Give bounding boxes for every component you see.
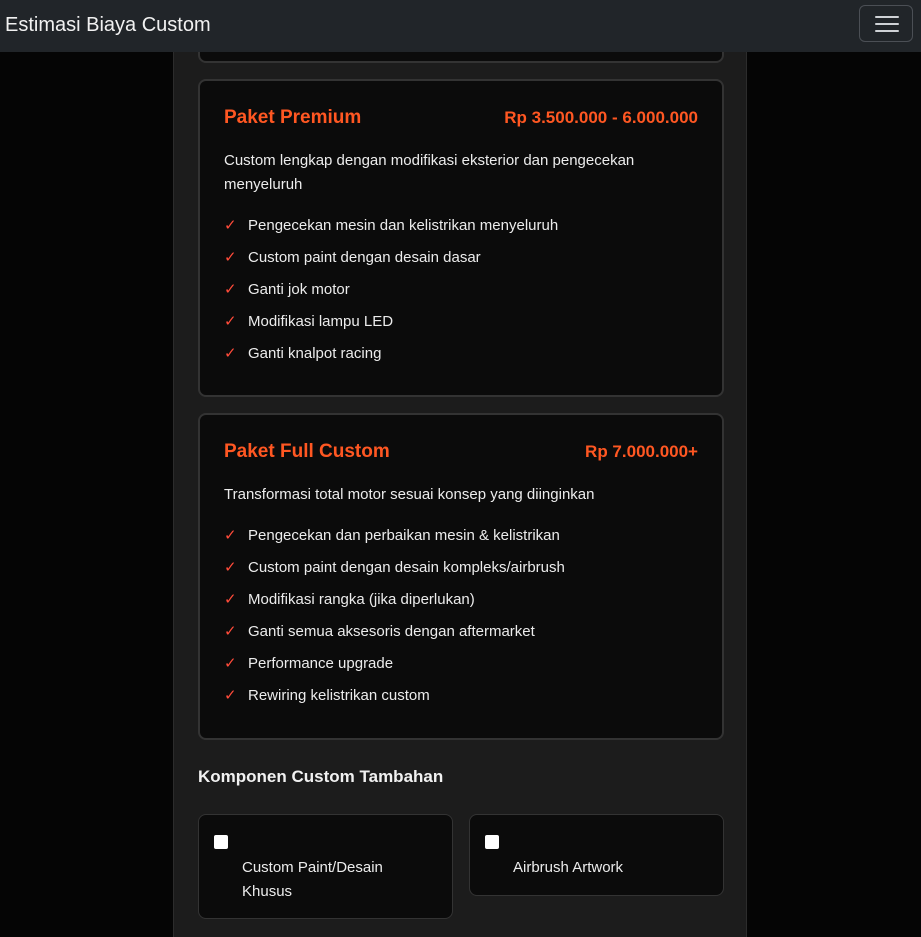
check-icon: ✓ — [224, 280, 237, 298]
navbar: Estimasi Biaya Custom — [0, 0, 921, 52]
check-icon: ✓ — [224, 216, 237, 234]
feature-item: ✓ Rewiring kelistrikan custom — [224, 683, 565, 715]
feature-item: ✓ Ganti knalpot racing — [224, 341, 558, 373]
package-description: Custom lengkap dengan modifikasi eksteri… — [224, 152, 635, 193]
check-icon: ✓ — [224, 686, 237, 704]
check-icon: ✓ — [224, 654, 237, 672]
feature-item: ✓ Performance upgrade — [224, 651, 565, 683]
check-icon: ✓ — [224, 248, 237, 266]
hamburger-menu-icon — [875, 16, 899, 18]
package-description: Transformasi total motor sesuai konsep y… — [224, 486, 595, 503]
feature-list: ✓ Pengecekan mesin dan kelistrikan menyel… — [224, 213, 558, 373]
option-airbrush[interactable]: Airbrush Artwork — [469, 814, 724, 896]
check-icon: ✓ — [224, 312, 237, 330]
package-title: Paket Full Custom — [224, 441, 390, 462]
option-label: Custom Paint/Desain Khusus — [242, 859, 383, 900]
feature-item: ✓ Ganti jok motor — [224, 277, 558, 309]
package-card-full-custom: Paket Full Custom Rp 7.000.000+ Transfor… — [198, 413, 724, 740]
feature-item: ✓ Custom paint dengan desain dasar — [224, 245, 558, 277]
navbar-brand[interactable]: Estimasi Biaya Custom — [5, 12, 211, 38]
main-container: Paket Premium Rp 3.500.000 - 6.000.000 C… — [173, 52, 747, 937]
feature-item: ✓ Custom paint dengan desain kompleks/air… — [224, 555, 565, 587]
feature-list: ✓ Pengecekan dan perbaikan mesin & kelist… — [224, 523, 565, 715]
package-title: Paket Premium — [224, 107, 362, 128]
check-icon: ✓ — [224, 558, 237, 576]
check-icon: ✓ — [224, 344, 237, 362]
feature-item: ✓ Modifikasi rangka (jika diperlukan) — [224, 587, 565, 619]
feature-item: ✓ Pengecekan mesin dan kelistrikan menyel… — [224, 213, 558, 245]
check-icon: ✓ — [224, 622, 237, 640]
feature-item: ✓ Pengecekan dan perbaikan mesin & kelist… — [224, 523, 565, 555]
feature-item: ✓ Modifikasi lampu LED — [224, 309, 558, 341]
package-price: Rp 3.500.000 - 6.000.000 — [504, 108, 698, 127]
navbar-toggle-button[interactable] — [859, 5, 913, 42]
feature-item: ✓ Ganti semua aksesoris dengan aftermarke… — [224, 619, 565, 651]
custom-paint-checkbox[interactable] — [214, 835, 228, 849]
option-custom-paint[interactable]: Custom Paint/Desain Khusus — [198, 814, 453, 919]
check-icon: ✓ — [224, 526, 237, 544]
additional-components-title: Komponen Custom Tambahan — [198, 767, 444, 786]
previous-package-card — [198, 52, 724, 63]
package-card-premium: Paket Premium Rp 3.500.000 - 6.000.000 C… — [198, 79, 724, 397]
package-price: Rp 7.000.000+ — [585, 442, 698, 461]
option-label: Airbrush Artwork — [513, 859, 624, 876]
check-icon: ✓ — [224, 590, 237, 608]
airbrush-checkbox[interactable] — [485, 835, 499, 849]
